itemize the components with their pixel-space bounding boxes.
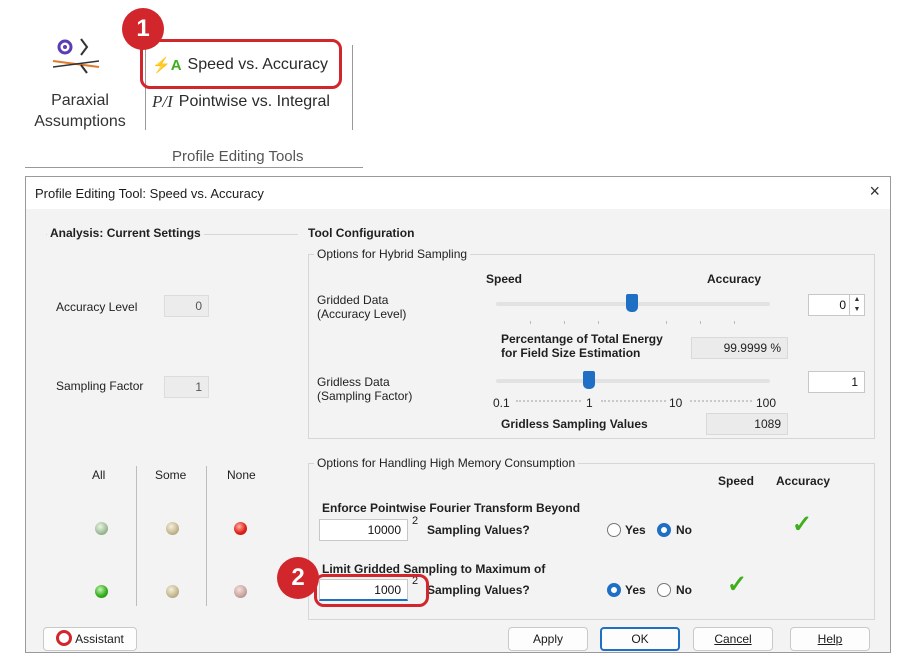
gridded-slider-thumb[interactable] xyxy=(626,294,638,312)
enforce-yes-label: Yes xyxy=(625,523,646,537)
gridless-sampling-values-label: Gridless Sampling Values xyxy=(501,417,648,431)
spin-up-icon[interactable]: ▲ xyxy=(850,295,864,305)
limit-yes-radio[interactable] xyxy=(607,583,621,597)
pointwise-integral-icon: P/I xyxy=(152,92,173,111)
col-header-some: Some xyxy=(155,468,187,482)
scale-tick-100: 100 xyxy=(756,396,777,410)
sampling-factor-label: Sampling Factor xyxy=(56,379,144,393)
analysis-col-divider-1 xyxy=(136,466,137,606)
scale-dots-3 xyxy=(690,400,752,402)
hybrid-sampling-header: Options for Hybrid Sampling xyxy=(314,247,471,261)
limit-no-label: No xyxy=(676,583,692,597)
led-all-row1 xyxy=(95,522,108,535)
pointwise-vs-integral-button[interactable]: P/I Pointwise vs. Integral xyxy=(152,92,330,112)
energy-label-line1: Percentange of Total Energy xyxy=(501,332,663,346)
gridless-label-line1: Gridless Data xyxy=(317,375,390,389)
pointwise-vs-integral-label: Pointwise vs. Integral xyxy=(178,93,330,110)
memory-accuracy-label: Accuracy xyxy=(776,474,831,488)
hybrid-accuracy-label: Accuracy xyxy=(707,272,762,286)
scale-tick-1: 1 xyxy=(586,396,593,410)
limit-no-radio[interactable] xyxy=(657,583,671,597)
limit-yes-label: Yes xyxy=(625,583,646,597)
analysis-header: Analysis: Current Settings xyxy=(47,226,204,240)
energy-label: Percentange of Total Energy for Field Si… xyxy=(501,332,663,360)
gridless-sampling-values-value: 1089 xyxy=(706,413,788,435)
paraxial-gear-icon xyxy=(52,38,100,74)
enforce-accuracy-checkmark-icon: ✓ xyxy=(792,511,813,538)
gridless-slider-track[interactable] xyxy=(496,379,770,383)
gridless-slider-thumb[interactable] xyxy=(583,371,595,389)
col-header-none: None xyxy=(227,468,256,482)
paraxial-label-line2: Assumptions xyxy=(34,113,126,130)
gridded-tick xyxy=(734,321,735,324)
gridded-spinner-arrows[interactable]: ▲ ▼ xyxy=(849,295,864,315)
enforce-yes-radio[interactable] xyxy=(607,523,621,537)
hybrid-speed-label: Speed xyxy=(486,272,523,286)
memory-speed-label: Speed xyxy=(718,474,755,488)
led-none-row2 xyxy=(234,585,247,598)
col-header-all: All xyxy=(92,468,106,482)
tool-config-header: Tool Configuration xyxy=(308,226,415,240)
ribbon-separator-right xyxy=(352,45,353,130)
analysis-group xyxy=(46,234,298,616)
analysis-col-divider-2 xyxy=(206,466,207,606)
dialog-titlebar: Profile Editing Tool: Speed vs. Accuracy… xyxy=(26,177,890,209)
accuracy-level-value: 0 xyxy=(164,295,209,317)
gridded-tick xyxy=(666,321,667,324)
enforce-value-input[interactable]: 10000 xyxy=(319,519,408,541)
ribbon-bottom-line xyxy=(25,167,363,168)
enforce-suffix: Sampling Values? xyxy=(427,523,530,537)
led-some-row1 xyxy=(166,522,179,535)
gridded-label-line1: Gridded Data xyxy=(317,293,389,307)
led-some-row2 xyxy=(166,585,179,598)
gridded-tick xyxy=(530,321,531,324)
callout-1-highlight xyxy=(140,39,342,89)
gridless-data-label: Gridless Data (Sampling Factor) xyxy=(317,375,412,403)
gridded-tick xyxy=(564,321,565,324)
enforce-no-label: No xyxy=(676,523,692,537)
gridded-value-spinner[interactable]: 0 ▲ ▼ xyxy=(808,294,865,316)
paraxial-assumptions-button[interactable]: Paraxial Assumptions xyxy=(24,35,136,140)
energy-value: 99.9999 % xyxy=(691,337,788,359)
gridded-tick xyxy=(700,321,701,324)
limit-speed-checkmark-icon: ✓ xyxy=(727,571,748,598)
limit-suffix: Sampling Values? xyxy=(427,583,530,597)
gridded-label-line2: (Accuracy Level) xyxy=(317,307,407,321)
energy-label-line2: for Field Size Estimation xyxy=(501,346,641,360)
spin-down-icon[interactable]: ▼ xyxy=(850,305,864,315)
accuracy-level-label: Accuracy Level xyxy=(56,300,138,314)
speed-accuracy-dialog: Profile Editing Tool: Speed vs. Accuracy… xyxy=(25,176,891,653)
callout-badge-2: 2 xyxy=(277,557,319,599)
scale-dots-2 xyxy=(601,400,666,402)
memory-header: Options for Handling High Memory Consump… xyxy=(314,456,579,470)
assistant-label: Assistant xyxy=(75,632,124,646)
callout-badge-1: 1 xyxy=(122,8,164,50)
assistant-button[interactable]: Assistant xyxy=(43,627,137,651)
apply-button[interactable]: Apply xyxy=(508,627,588,651)
led-none-row1 xyxy=(234,522,247,535)
gridless-value-input[interactable]: 1 xyxy=(808,371,865,393)
ribbon-group-label: Profile Editing Tools xyxy=(172,148,304,165)
led-all-row2 xyxy=(95,585,108,598)
sampling-factor-value: 1 xyxy=(164,376,209,398)
help-button[interactable]: Help xyxy=(790,627,870,651)
scale-tick-0-1: 0.1 xyxy=(493,396,510,410)
assistant-lifebuoy-icon xyxy=(56,630,73,646)
dialog-title: Profile Editing Tool: Speed vs. Accuracy xyxy=(35,185,264,201)
enforce-label: Enforce Pointwise Fourier Transform Beyo… xyxy=(322,501,581,515)
gridless-label-line2: (Sampling Factor) xyxy=(317,389,413,403)
cancel-button[interactable]: Cancel xyxy=(693,627,773,651)
gridded-data-label: Gridded Data (Accuracy Level) xyxy=(317,293,406,321)
scale-tick-10: 10 xyxy=(669,396,683,410)
close-icon[interactable]: × xyxy=(869,181,880,202)
gridded-value: 0 xyxy=(839,298,846,312)
ok-button[interactable]: OK xyxy=(600,627,680,651)
enforce-no-radio[interactable] xyxy=(657,523,671,537)
paraxial-label-line1: Paraxial xyxy=(51,92,109,109)
gridded-tick xyxy=(598,321,599,324)
enforce-superscript: 2 xyxy=(412,515,419,527)
callout-2-highlight xyxy=(314,574,429,607)
scale-dots-1 xyxy=(516,400,581,402)
